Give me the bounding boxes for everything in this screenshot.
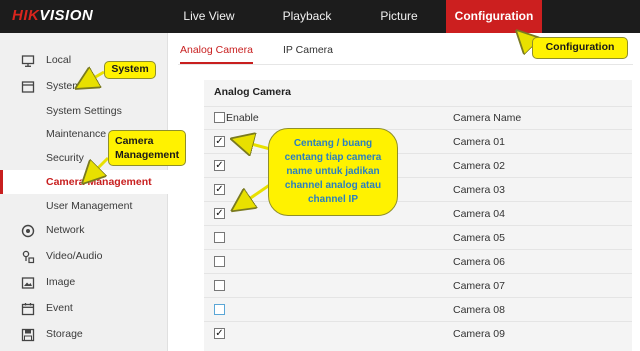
nav-picture[interactable]: Picture xyxy=(360,0,438,33)
camera-name: Camera 04 xyxy=(453,208,505,220)
camera-name: Camera 09 xyxy=(453,328,505,340)
sidebar-item-event[interactable]: Event xyxy=(0,296,168,320)
callout-configuration: Configuration xyxy=(532,37,628,59)
camera-enable-checkbox[interactable] xyxy=(214,304,225,315)
storage-icon xyxy=(21,327,35,342)
enable-column-header: Enable xyxy=(226,112,259,124)
callout-checkbox-note: Centang / buang centang tiap camera name… xyxy=(268,128,398,216)
camera-name: Camera 02 xyxy=(453,160,505,172)
camera-enable-checkbox[interactable]: ✓ xyxy=(214,184,225,195)
sidebar-item-label: Maintenance xyxy=(46,128,107,140)
camera-name: Camera 07 xyxy=(453,280,505,292)
table-row: ✓ Camera 04 xyxy=(204,201,632,225)
table-row: Camera 08 xyxy=(204,297,632,321)
video-audio-icon xyxy=(21,249,35,264)
sidebar-item-label: System Settings xyxy=(46,105,122,117)
camera-name: Camera 06 xyxy=(453,256,505,268)
sidebar-item-label: Network xyxy=(46,224,85,236)
table-row: Camera 06 xyxy=(204,249,632,273)
sidebar-item-video-audio[interactable]: Video/Audio xyxy=(0,244,168,268)
event-icon xyxy=(21,301,35,316)
sidebar-item-label: Local xyxy=(46,54,72,66)
table-row: Camera 05 xyxy=(204,225,632,249)
panel-title: Analog Camera xyxy=(214,86,292,98)
camera-enable-checkbox[interactable] xyxy=(214,256,225,267)
enable-all-checkbox[interactable] xyxy=(214,112,225,123)
image-icon xyxy=(21,275,35,289)
camera-name: Camera 03 xyxy=(453,184,505,196)
camera-enable-checkbox[interactable] xyxy=(214,280,225,291)
camera-name: Camera 01 xyxy=(453,136,505,148)
sidebar-item-label: Image xyxy=(46,276,76,288)
camera-enable-checkbox[interactable] xyxy=(214,232,225,243)
camera-enable-checkbox[interactable]: ✓ xyxy=(214,136,225,147)
sidebar-item-camera-management[interactable]: Camera Management xyxy=(0,170,168,194)
sidebar-item-label: Storage xyxy=(46,328,83,340)
analog-camera-panel: Analog Camera Enable Camera Name ✓ Camer… xyxy=(204,80,632,351)
camera-name: Camera 05 xyxy=(453,232,505,244)
camera-enable-checkbox[interactable]: ✓ xyxy=(214,328,225,339)
sidebar-item-network[interactable]: Network xyxy=(0,218,168,242)
sidebar-item-label: Video/Audio xyxy=(46,250,103,262)
sidebar-item-label: System xyxy=(46,80,82,92)
monitor-icon xyxy=(21,53,35,67)
tab-ip-camera[interactable]: IP Camera xyxy=(283,40,333,64)
tabs-divider xyxy=(178,64,633,65)
sidebar-item-label: Event xyxy=(46,302,73,314)
table-row: Camera 07 xyxy=(204,273,632,297)
sidebar-item-label: Camera Management xyxy=(46,176,152,188)
sidebar-item-label: Security xyxy=(46,152,84,164)
camera-name-column-header: Camera Name xyxy=(453,112,522,124)
sidebar-item-image[interactable]: Image xyxy=(0,270,168,294)
hikvision-logo: HIKVISION xyxy=(12,7,94,24)
system-icon xyxy=(21,79,35,93)
sidebar-item-label: User Management xyxy=(46,200,133,212)
camera-enable-checkbox[interactable]: ✓ xyxy=(214,160,225,171)
sidebar-item-storage[interactable]: Storage xyxy=(0,322,168,346)
network-icon xyxy=(21,223,35,238)
table-header-row: Enable Camera Name xyxy=(204,106,632,129)
callout-system: System xyxy=(104,61,156,79)
nav-playback[interactable]: Playback xyxy=(268,0,346,33)
nav-live-view[interactable]: Live View xyxy=(170,0,248,33)
top-navigation-bar: HIKVISION Live View Playback Picture Con… xyxy=(0,0,640,33)
callout-camera-management: Camera Management xyxy=(108,130,186,166)
camera-name: Camera 08 xyxy=(453,304,505,316)
camera-enable-checkbox[interactable]: ✓ xyxy=(214,208,225,219)
nav-configuration[interactable]: Configuration xyxy=(446,0,542,33)
tab-analog-camera[interactable]: Analog Camera xyxy=(180,40,253,64)
sidebar-item-system-settings[interactable]: System Settings xyxy=(0,99,168,123)
sidebar-item-user-management[interactable]: User Management xyxy=(0,194,168,218)
table-row: ✓ Camera 09 xyxy=(204,321,632,345)
